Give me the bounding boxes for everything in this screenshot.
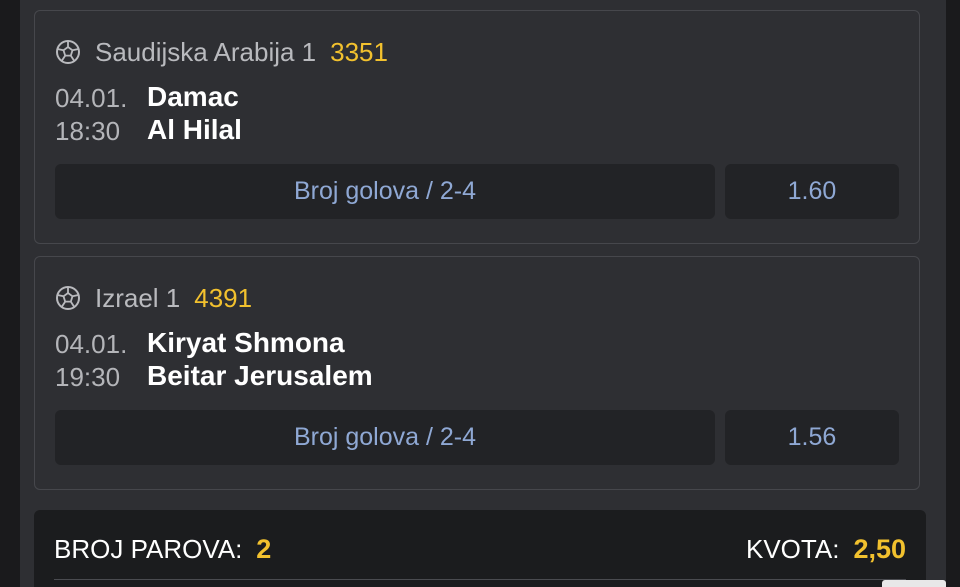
league-name: Izrael 1 (95, 282, 181, 313)
odds-value: 2,50 (853, 534, 906, 564)
pairs-value: 2 (256, 534, 272, 564)
match-code: 4391 (194, 282, 253, 313)
pairs-count: BROJ PAROVA: 2 (54, 534, 271, 565)
scroll-handle[interactable] (882, 580, 946, 587)
soccer-ball-icon (55, 39, 81, 65)
match-date: 04.01. (55, 329, 128, 359)
home-team: Damac (147, 81, 239, 112)
away-team: Beitar Jerusalem (147, 360, 373, 391)
match-time: 18:30 (55, 116, 121, 146)
bet-selection-button[interactable]: Broj golova / 2-4 (55, 410, 715, 465)
ticket-summary: BROJ PAROVA: 2 KVOTA: 2,50 (34, 510, 926, 587)
backdrop-right (946, 0, 960, 587)
away-team: Al Hilal (147, 114, 242, 145)
odd-button[interactable]: 1.60 (725, 164, 899, 219)
match-date: 04.01. (55, 83, 128, 113)
league-row: Izrael 1 4391 (55, 281, 252, 315)
league-row: Saudijska Arabija 1 3351 (55, 35, 388, 69)
odds-label: KVOTA: (746, 534, 840, 564)
league-name: Saudijska Arabija 1 (95, 36, 317, 67)
match-card: Saudijska Arabija 1 3351 04.01. 18:30 Da… (34, 10, 920, 244)
match-code: 3351 (330, 36, 388, 67)
match-time: 19:30 (55, 362, 121, 392)
summary-divider (54, 579, 906, 580)
soccer-ball-icon (55, 285, 81, 311)
total-odds: KVOTA: 2,50 (746, 534, 906, 565)
home-team: Kiryat Shmona (147, 327, 345, 358)
bet-selection-button[interactable]: Broj golova / 2-4 (55, 164, 715, 219)
odd-button[interactable]: 1.56 (725, 410, 899, 465)
match-card: Izrael 1 4391 04.01. 19:30 Kiryat Shmona… (34, 256, 920, 490)
pairs-label: BROJ PAROVA: (54, 534, 243, 564)
